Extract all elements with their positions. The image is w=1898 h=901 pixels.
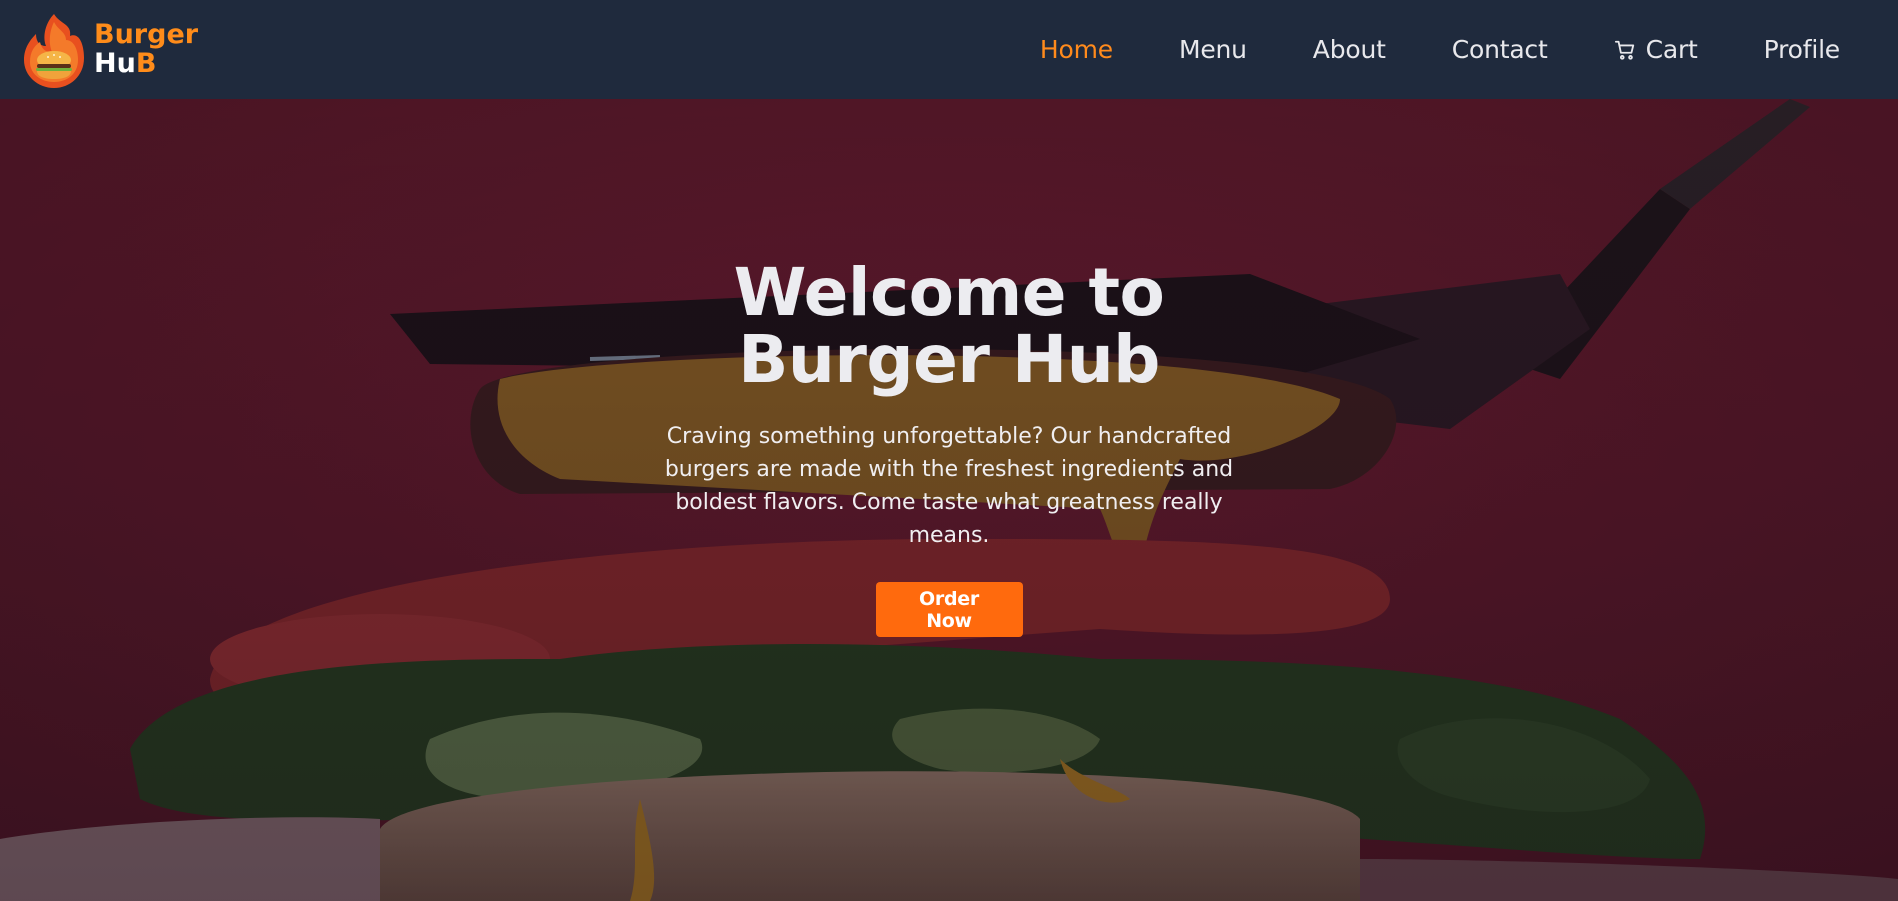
burger-flame-logo-icon xyxy=(24,13,84,88)
nav-home-link[interactable]: Home xyxy=(1040,35,1113,64)
brand-name-line1: Burger xyxy=(94,19,199,51)
nav-cart-link[interactable]: Cart xyxy=(1614,35,1698,64)
hero-description: Craving something unforgettable? Our han… xyxy=(664,424,1234,548)
navbar: Burger HuB Home Menu About Contact Cart … xyxy=(0,0,1898,99)
cart-icon xyxy=(1614,40,1634,60)
brand-name-line2-highlight: B xyxy=(135,47,157,79)
page: Burger HuB Home Menu About Contact Cart … xyxy=(0,0,1898,901)
hero-title: Welcome to Burger Hub xyxy=(649,259,1249,393)
brand-name: Burger HuB xyxy=(94,19,199,79)
brand-name-line2: HuB xyxy=(94,47,198,79)
brand-name-line2-prefix: Hu xyxy=(94,47,136,79)
nav-links: Home Menu About Contact Cart Profile xyxy=(974,35,1840,64)
order-now-button[interactable]: Order Now xyxy=(875,582,1023,637)
nav-cart-label: Cart xyxy=(1645,35,1698,64)
nav-menu-link[interactable]: Menu xyxy=(1179,35,1247,64)
nav-profile-link[interactable]: Profile xyxy=(1764,35,1841,64)
hero-content: Welcome to Burger Hub Craving something … xyxy=(0,99,1898,901)
nav-contact-link[interactable]: Contact xyxy=(1452,35,1548,64)
brand[interactable]: Burger HuB xyxy=(20,10,198,90)
hero-title-line1: Welcome to xyxy=(733,254,1165,331)
hero-section: Welcome to Burger Hub Craving something … xyxy=(0,99,1898,901)
nav-about-link[interactable]: About xyxy=(1313,35,1386,64)
hero-title-line2: Burger Hub xyxy=(738,321,1160,398)
